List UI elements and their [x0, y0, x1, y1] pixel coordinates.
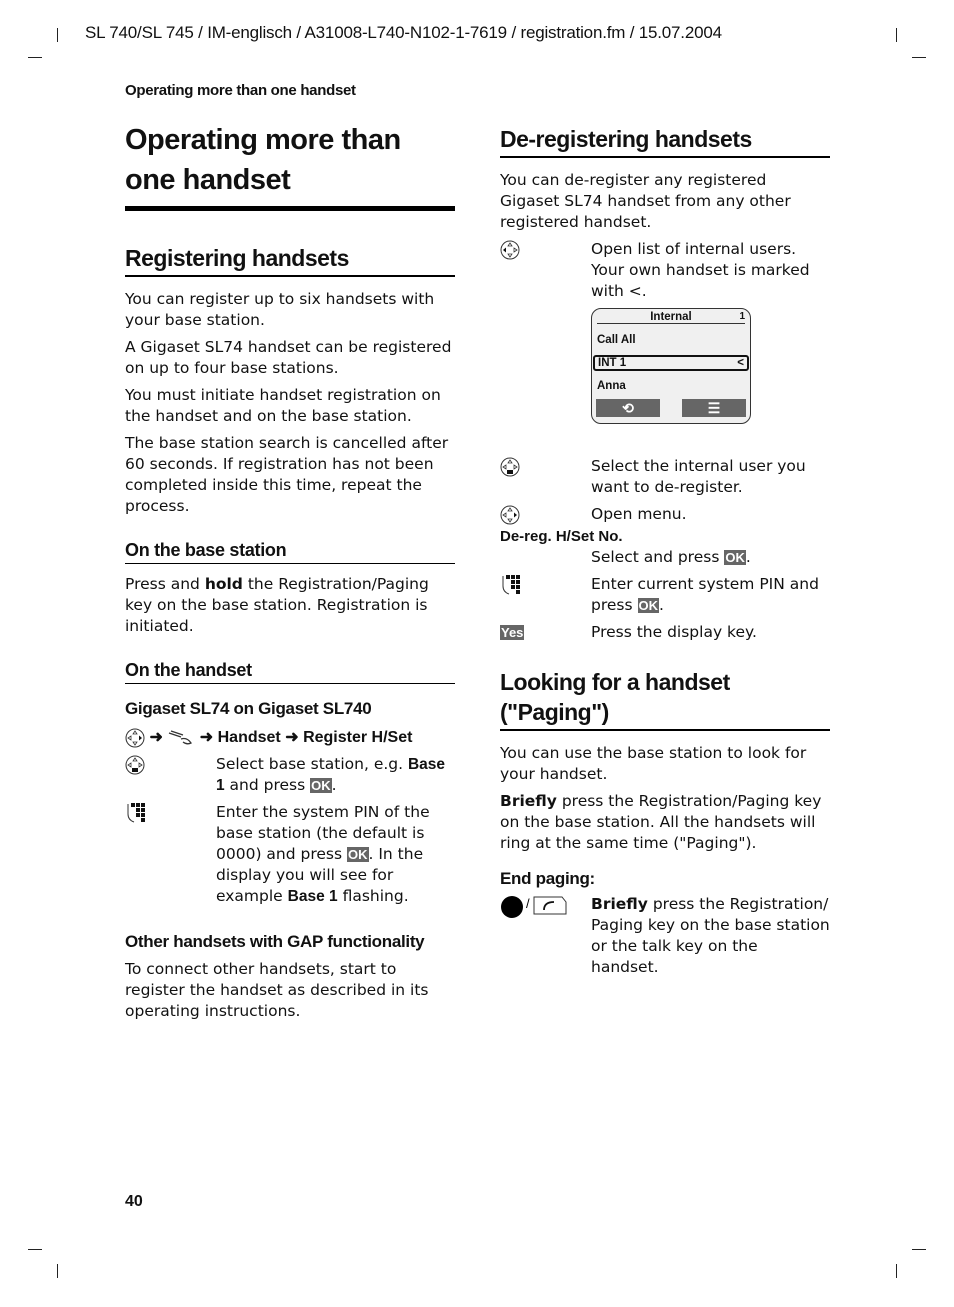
handset-subheading: Gigaset SL74 on Gigaset SL740 [125, 699, 372, 718]
back-icon: ⟲ [596, 399, 660, 417]
ok-key-icon: OK [347, 847, 369, 862]
gap-heading: Other handsets with GAP functionality [125, 932, 425, 951]
page-title: Operating more than one handset [125, 120, 455, 211]
nav-key-down-icon [125, 755, 145, 774]
paragraph: You can register up to six handsets with… [125, 290, 435, 329]
step-select-press: Select and press OK. [591, 548, 751, 566]
keypad-icon [127, 803, 145, 823]
deregister-intro: You can de-register any registered Gigas… [500, 171, 791, 231]
yes-key-icon: Yes [500, 625, 525, 640]
menu-icon: ☰ [682, 399, 746, 417]
ok-key-icon: OK [637, 598, 659, 613]
step-select-base: Select base station, e.g. Base 1 and pre… [125, 754, 455, 796]
base-station-text: Press and hold the Registration/Paging k… [125, 575, 429, 635]
menu-path-handset: Handset [217, 729, 281, 746]
menu-path-register: Register H/Set [303, 729, 413, 746]
display-title: Internal 1 [597, 311, 745, 324]
display-item: Anna [597, 380, 626, 392]
paragraph: The base station search is cancelled aft… [125, 434, 449, 515]
page-number: 40 [125, 1193, 143, 1210]
registering-heading: Registering handsets [125, 243, 455, 277]
step-open-list: Open list of internal users. Your own ha… [500, 239, 830, 302]
step-enter-pin: Enter current system PIN and press OK. [500, 574, 830, 616]
paging-heading: Looking for a handset ("Paging") [500, 667, 830, 731]
nav-key-right-icon [500, 505, 520, 524]
svg-text:/: / [526, 896, 530, 911]
base-station-heading: On the base station [125, 539, 455, 564]
step-press-yes: Yes Press the display key. [500, 623, 757, 641]
ok-key-icon: OK [310, 778, 332, 793]
step-select-user: Select the internal user you want to de-… [500, 456, 830, 498]
crop-mark [896, 28, 897, 42]
menu-path: ➜ ➜ Handset ➜ Register H/Set [125, 726, 455, 750]
crop-mark [28, 57, 42, 58]
settings-tools-icon [169, 730, 193, 745]
step-open-menu: Open menu. [500, 504, 830, 525]
end-paging-heading: End paging: [500, 869, 595, 888]
gap-text: To connect other handsets, start to regi… [125, 960, 429, 1020]
handset-display: Internal 1 Call All INT 1 < Anna ⟲ ☰ [591, 308, 751, 424]
step-enter-pin: Enter the system PIN of the base station… [125, 802, 455, 907]
step-end-paging: / Briefly press the Registration/ Paging… [500, 894, 830, 978]
paging-text: Briefly press the Registration/Paging ke… [500, 792, 822, 852]
menu-item-label: De-reg. H/Set No. [500, 528, 623, 545]
nav-key-left-icon [500, 240, 520, 259]
display-item-selected: INT 1 < [593, 355, 749, 371]
deregister-heading: De-registering handsets [500, 124, 830, 158]
paragraph: A Gigaset SL74 handset can be registered… [125, 338, 452, 377]
keypad-icon [502, 575, 520, 595]
nav-key-right-icon [125, 728, 145, 748]
crop-mark [912, 57, 926, 58]
crop-mark [896, 1264, 897, 1278]
crop-mark [57, 28, 58, 42]
paging-key-talk-key-icon: / [501, 896, 567, 918]
right-column: De-registering handsets You can de-regis… [500, 120, 830, 978]
crop-mark [57, 1264, 58, 1278]
running-title: Operating more than one handset [125, 82, 356, 99]
paging-intro: You can use the base station to look for… [500, 744, 807, 783]
ok-key-icon: OK [724, 550, 746, 565]
page-header: SL 740/SL 745 / IM-englisch / A31008-L74… [85, 23, 722, 42]
left-column: Operating more than one handset Register… [125, 120, 455, 1022]
handset-heading: On the handset [125, 659, 455, 684]
paragraph: You must initiate handset registration o… [125, 386, 441, 425]
nav-key-down-icon [500, 457, 520, 476]
crop-mark [912, 1249, 926, 1250]
display-item: Call All [597, 334, 636, 346]
registering-body: You can register up to six handsets with… [125, 289, 455, 517]
crop-mark [28, 1249, 42, 1250]
